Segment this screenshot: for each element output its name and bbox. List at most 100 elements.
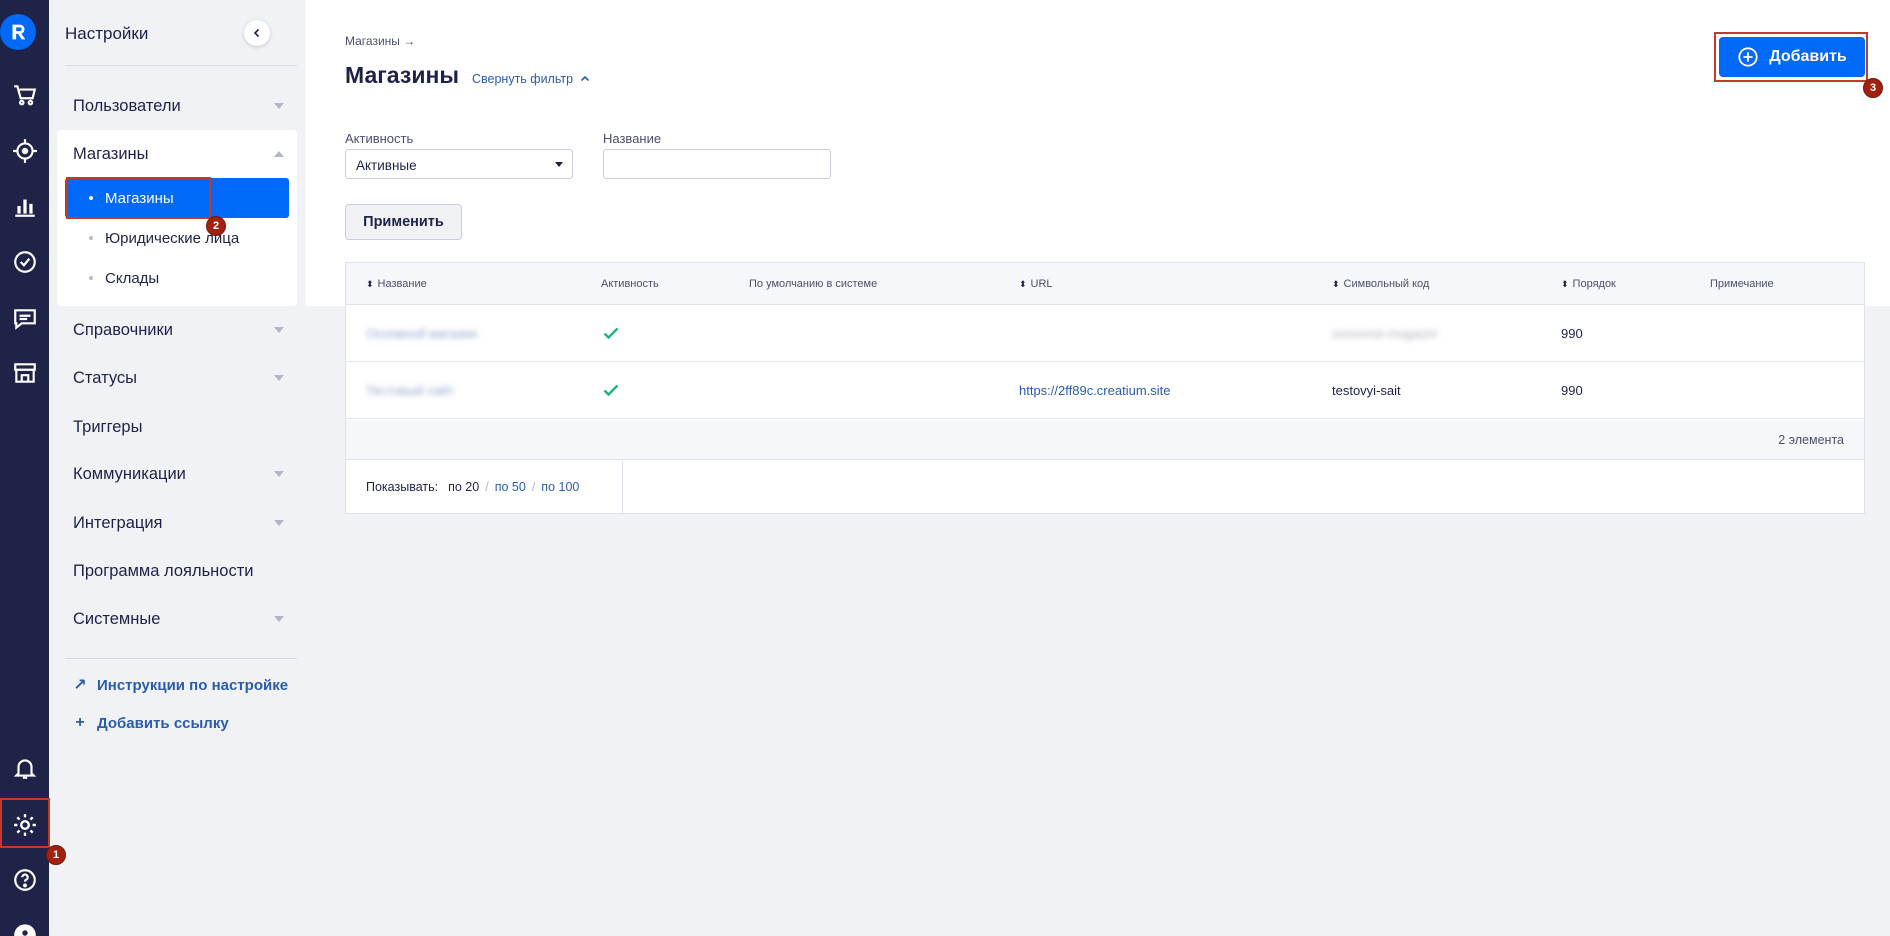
apply-button[interactable]: Применить [345,204,462,240]
column-header-label: По умолчанию в системе [749,278,878,290]
chat-icon[interactable] [0,296,49,342]
sidebar-subitem-stores[interactable]: Магазины [65,178,289,218]
column-header-note[interactable]: Примечание [1710,263,1774,305]
stores-table: ⬍ Название Активность По умолчанию в сис… [345,262,1865,514]
column-header-url[interactable]: ⬍ URL [1019,263,1053,305]
store-code: osnovnoi-magazin [1332,305,1438,361]
table-header: ⬍ Название Активность По умолчанию в сис… [346,263,1864,305]
sort-icon: ⬍ [1561,278,1569,289]
page-size-selector: Показывать: по 20 / по 50 / по 100 [346,461,623,513]
cart-icon[interactable] [0,72,49,118]
store-icon[interactable] [0,350,49,396]
column-header-label: Символьный код [1343,278,1430,290]
page-size-label: Показывать: [366,480,439,494]
cell-text: osnovnoi-magazin [1332,325,1438,341]
avatar-icon[interactable] [0,910,49,936]
name-input[interactable] [603,149,831,179]
sort-icon: ⬍ [366,278,374,289]
sidebar-subitem-label: Магазины [105,189,174,207]
check-circle-icon[interactable] [0,239,49,285]
add-button-label: Добавить [1769,48,1847,65]
sidebar-item-label: Коммуникации [73,464,186,483]
separator: / [485,480,489,494]
sidebar-item-triggers[interactable]: Триггеры [73,410,293,444]
step-badge-2: 2 [206,216,226,236]
column-header-label: Порядок [1572,278,1616,290]
table-row[interactable]: Основной магазин osnovnoi-magazin 990 [346,305,1864,362]
items-count: 2 элемента [1778,433,1844,447]
separator: / [531,480,536,494]
chevron-up-icon [274,151,284,157]
app-rail [0,0,49,936]
bullet-icon [89,236,93,240]
plus-icon: + [75,714,85,731]
active-check-icon [601,305,621,361]
sidebar-subitem-label: Склады [105,269,160,287]
add-link-link[interactable]: + Добавить ссылку [73,711,229,735]
column-header-label: URL [1030,278,1053,290]
divider [65,65,297,66]
column-header-name[interactable]: ⬍ Название [366,263,427,305]
arrow-up-right-icon: ↗ [73,677,87,694]
sidebar-item-references[interactable]: Справочники [73,313,293,347]
sidebar-subitem-warehouses[interactable]: Склады [65,258,289,298]
gear-icon[interactable] [0,802,49,848]
column-header-order[interactable]: ⬍ Порядок [1561,263,1616,305]
column-header-default[interactable]: По умолчанию в системе [749,263,877,305]
sidebar-subitem-legal-entities[interactable]: Юридические лица [65,218,289,258]
collapse-filter-label: Свернуть фильтр [472,72,574,86]
sidebar-item-communications[interactable]: Коммуникации [73,457,293,491]
sidebar-item-label: Статусы [73,368,138,387]
link-label: Добавить ссылку [97,714,229,732]
page-size-20[interactable]: по 20 [448,480,479,494]
bar-chart-icon[interactable] [0,183,49,229]
store-order: 990 [1561,382,1583,398]
sort-icon: ⬍ [1019,278,1027,289]
store-order: 990 [1561,325,1583,341]
collapse-sidebar-button[interactable] [244,20,270,46]
page-size-100[interactable]: по 100 [541,480,579,494]
column-header-activity[interactable]: Активность [601,263,659,305]
step-badge-1: 1 [46,845,66,865]
instructions-link[interactable]: ↗ Инструкции по настройке [73,673,288,697]
chevron-down-icon [274,375,284,381]
store-name-link[interactable]: Тестовый сайт [366,362,454,418]
table-row[interactable]: Тестовый сайт https://2ff89c.creatium.si… [346,362,1864,419]
activity-select[interactable]: Активные [345,149,573,179]
target-icon[interactable] [0,128,49,174]
add-button[interactable]: Добавить [1719,37,1865,77]
sidebar-title: Настройки [65,24,149,43]
logo-icon[interactable] [0,14,36,50]
sort-icon: ⬍ [1332,278,1340,289]
collapse-filter-link[interactable]: Свернуть фильтр [472,72,591,86]
page-size-50[interactable]: по 50 [495,480,526,494]
sidebar-item-stores[interactable]: Магазины [73,137,293,171]
breadcrumb[interactable]: Магазины → [345,34,415,48]
sidebar-item-loyalty[interactable]: Программа лояльности [73,554,293,588]
sidebar-item-integration[interactable]: Интеграция [73,506,293,540]
chevron-down-icon [274,327,284,333]
store-name-link[interactable]: Основной магазин [366,305,477,361]
sidebar-item-statuses[interactable]: Статусы [73,361,293,395]
settings-sidebar: Настройки Пользователи Магазины Магазины… [49,0,305,936]
chevron-down-icon [274,520,284,526]
help-icon[interactable] [0,857,49,903]
column-header-code[interactable]: ⬍ Символьный код [1332,263,1429,305]
activity-label: Активность [345,131,414,146]
store-url-link[interactable]: https://2ff89c.creatium.site [1019,362,1171,418]
sidebar-item-label: Справочники [73,320,173,339]
sidebar-item-label: Триггеры [73,417,143,436]
name-label: Название [603,131,662,146]
chevron-down-icon [274,616,284,622]
bell-icon[interactable] [0,745,49,791]
sidebar-item-label: Системные [73,609,161,628]
sidebar-item-label: Программа лояльности [73,561,254,580]
plus-circle-icon [1738,47,1758,67]
chevron-up-icon [581,75,590,82]
sidebar-item-system[interactable]: Системные [73,602,293,636]
column-header-label: Примечание [1710,278,1774,290]
chevron-down-icon [274,103,284,109]
link-label: Инструкции по настройке [97,676,289,694]
sidebar-item-users[interactable]: Пользователи [73,89,293,123]
column-header-label: Активность [601,278,659,290]
